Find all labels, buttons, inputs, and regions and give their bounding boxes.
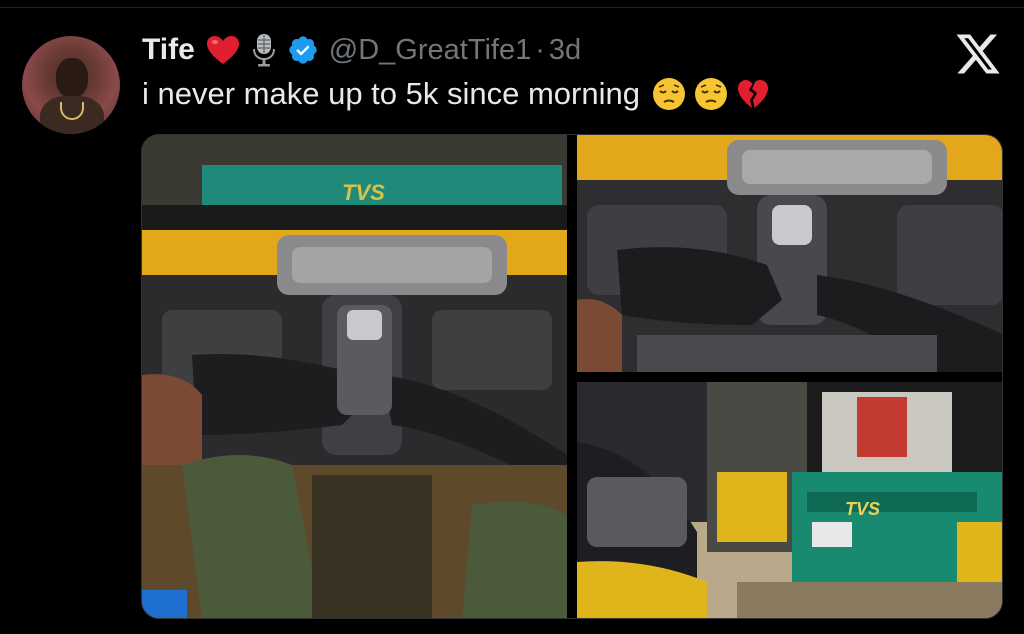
red-heart-icon — [205, 34, 241, 66]
pensive-face-icon — [694, 77, 728, 111]
photo-tricycle-handlebar[interactable]: TVS — [142, 135, 567, 618]
separator-dot: · — [535, 33, 545, 66]
avatar-head — [56, 58, 88, 98]
tweet-header: Tife @D_GreatTife1 · 3d — [142, 28, 581, 72]
svg-text:TVS: TVS — [342, 180, 385, 205]
x-logo-icon[interactable] — [954, 30, 1002, 78]
author-name[interactable]: Tife — [142, 33, 195, 67]
top-divider — [0, 0, 1024, 8]
timestamp[interactable]: 3d — [549, 34, 581, 67]
tvs-sign: TVS — [845, 499, 880, 519]
tweet-text: i never make up to 5k since morning — [142, 76, 640, 111]
avatar[interactable] — [22, 36, 120, 134]
pensive-face-icon — [652, 77, 686, 111]
photo-keke-tricycles-parked[interactable]: TVS — [577, 382, 1002, 618]
microphone-icon — [249, 32, 279, 68]
photo-handlebar-closeup[interactable] — [577, 135, 1002, 372]
tweet-text-line: i never make up to 5k since morning — [142, 76, 770, 112]
media-grid: TVS TVS — [141, 134, 1003, 619]
broken-heart-icon — [736, 77, 770, 111]
author-handle[interactable]: @D_GreatTife1 — [329, 34, 531, 67]
verified-badge-icon[interactable] — [287, 34, 319, 66]
